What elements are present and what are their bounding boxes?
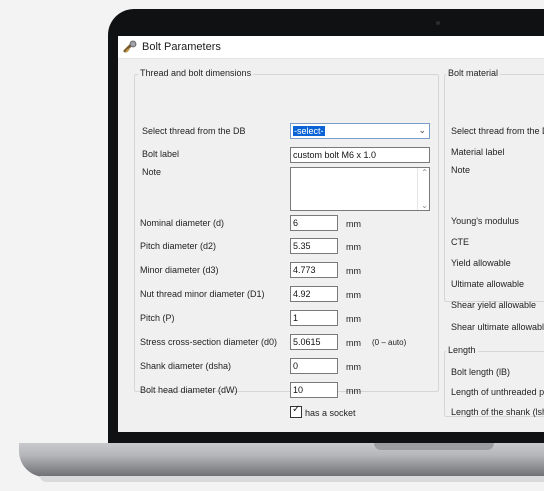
nominal-diameter-input[interactable]: 6 — [290, 215, 338, 231]
thread-select-dropdown[interactable]: -select- ⌄ — [290, 123, 430, 139]
chevron-down-icon[interactable]: ⌄ — [418, 125, 426, 136]
minor-diameter-input[interactable]: 4.773 — [290, 262, 338, 278]
unit-mm: mm — [346, 362, 361, 372]
field-label-shank-diameter: Shank diameter (dsha) — [140, 361, 232, 371]
shank-length-label: Length of the shank (lsha — [451, 407, 544, 417]
unit-mm: mm — [346, 219, 361, 229]
auto-hint: (0 – auto) — [372, 338, 407, 347]
cte-label: CTE — [451, 237, 469, 247]
has-socket-label: has a socket — [305, 408, 356, 418]
laptop-base-notch — [374, 443, 494, 450]
note-scrollbar[interactable]: ⌃ ⌄ — [417, 168, 429, 210]
bolt-length-label: Bolt length (lB) — [451, 367, 511, 377]
group-legend: Length — [446, 345, 478, 355]
camera-dot — [436, 21, 440, 25]
group-legend: Bolt material — [446, 68, 501, 78]
shear-yield-allowable-label: Shear yield allowable — [451, 300, 537, 310]
has-socket-checkbox[interactable]: ✓ — [290, 404, 302, 418]
unit-mm: mm — [346, 338, 361, 348]
screen: Bolt Parameters Thread and bolt dimensio… — [118, 36, 544, 432]
bolt-label-label: Bolt label — [142, 149, 180, 159]
bolt-wrench-icon — [123, 40, 138, 54]
material-note-label: Note — [451, 165, 471, 175]
bolt-head-diameter-input[interactable]: 10 — [290, 382, 338, 398]
arrow-up-icon[interactable]: ⌃ — [421, 168, 428, 177]
group-legend: Thread and bolt dimensions — [138, 68, 254, 78]
material-label-label: Material label — [451, 147, 505, 157]
dialog-content: Thread and bolt dimensions Select thread… — [118, 59, 544, 432]
pitch-input[interactable]: 1 — [290, 310, 338, 326]
shank-diameter-input[interactable]: 0 — [290, 358, 338, 374]
arrow-down-icon[interactable]: ⌄ — [421, 201, 428, 210]
stress-cross-section-diameter-input[interactable]: 5.0615 — [290, 334, 338, 350]
note-textarea[interactable]: ⌃ ⌄ — [290, 167, 430, 211]
youngs-modulus-label: Young's modulus — [451, 216, 519, 226]
field-label-bolt-head-diameter: Bolt head diameter (dW) — [140, 385, 238, 395]
field-label-nominal-diameter: Nominal diameter (d) — [140, 218, 225, 228]
unit-mm: mm — [346, 266, 361, 276]
unit-mm: mm — [346, 314, 361, 324]
field-label-minor-diameter: Minor diameter (d3) — [140, 265, 219, 275]
ultimate-allowable-label: Ultimate allowable — [451, 279, 525, 289]
yield-allowable-label: Yield allowable — [451, 258, 511, 268]
nut-thread-minor-diameter-input[interactable]: 4.92 — [290, 286, 338, 302]
unit-mm: mm — [346, 290, 361, 300]
window-titlebar: Bolt Parameters — [118, 36, 544, 59]
laptop-base-shadow — [40, 476, 544, 482]
window-title: Bolt Parameters — [142, 41, 221, 53]
unit-mm: mm — [346, 242, 361, 252]
select-thread-label: Select thread from the DB — [142, 126, 246, 136]
field-label-nut-thread-minor-diameter: Nut thread minor diameter (D1) — [140, 289, 265, 299]
field-label-stress-cross-section-diameter: Stress cross-section diameter (d0) — [140, 337, 278, 347]
bolt-label-input[interactable]: custom bolt M6 x 1.0 — [290, 147, 430, 163]
unit-mm: mm — [346, 386, 361, 396]
field-label-pitch: Pitch (P) — [140, 313, 175, 323]
pitch-diameter-input[interactable]: 5.35 — [290, 238, 338, 254]
shear-ultimate-allowable-label: Shear ultimate allowabl — [451, 322, 544, 332]
check-icon: ✓ — [292, 404, 301, 415]
thread-select-value: -select- — [293, 126, 325, 136]
unthreaded-length-label: Length of unthreaded pa — [451, 387, 544, 397]
material-select-thread-label: Select thread from the D — [451, 126, 544, 136]
field-label-pitch-diameter: Pitch diameter (d2) — [140, 241, 217, 251]
note-label: Note — [142, 167, 162, 177]
